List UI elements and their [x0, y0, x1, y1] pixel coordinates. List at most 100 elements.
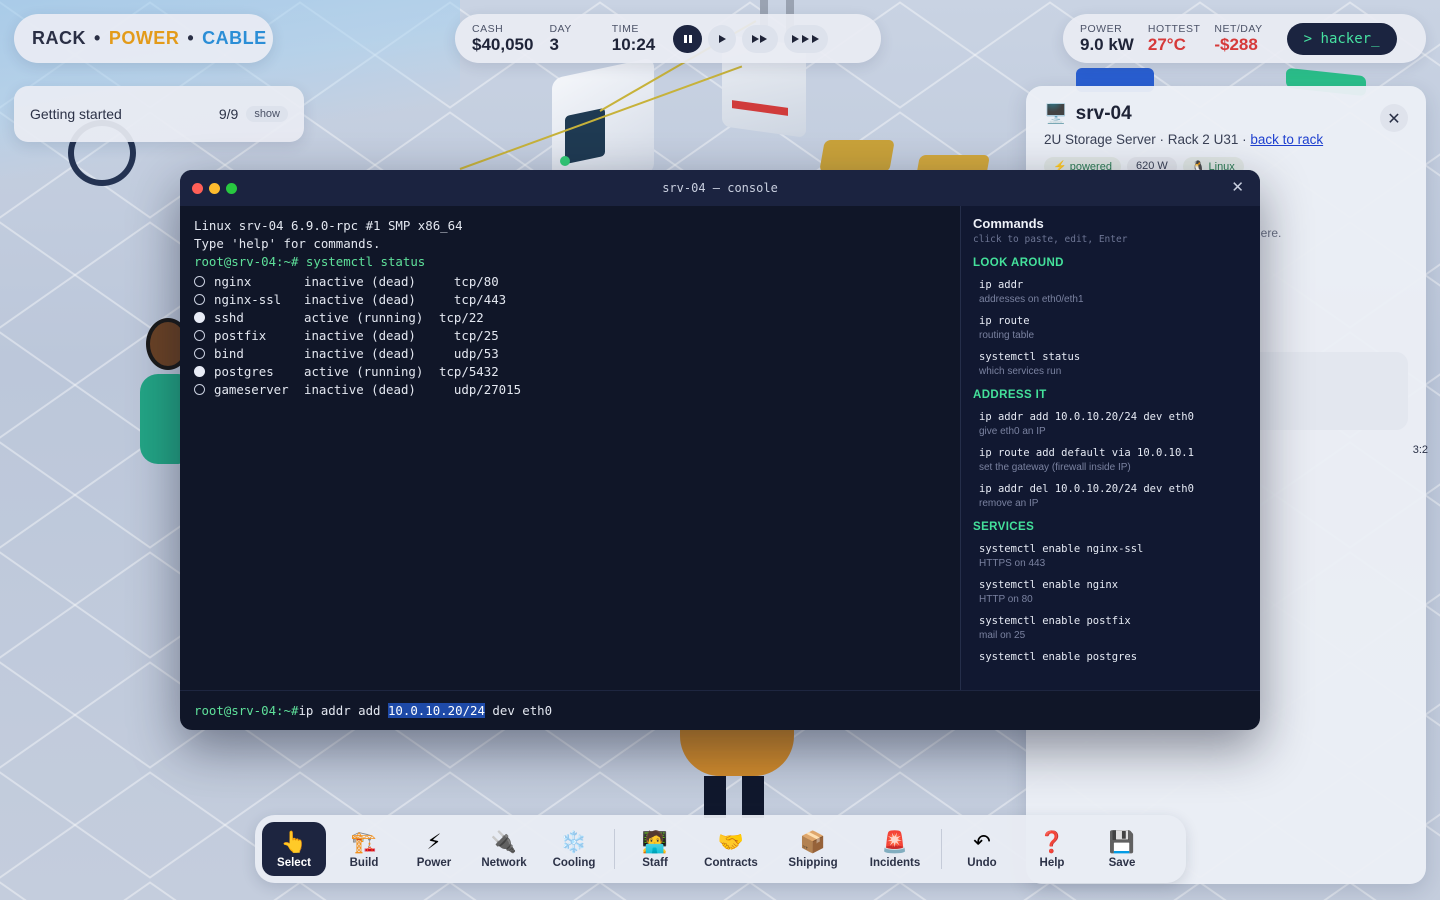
logo-cable: CABLE — [202, 28, 267, 48]
show-button[interactable]: show — [246, 106, 288, 122]
service-state: inactive (dead) — [304, 273, 416, 289]
command-snippet: ip addr add 10.0.10.20/24 dev eth0 — [979, 411, 1194, 423]
getting-started-count: 9/9 — [218, 106, 239, 122]
inspector-title: 🖥️ srv-04 — [1044, 102, 1408, 126]
command-item[interactable]: ip route routing table — [973, 315, 1248, 341]
service-row: nginx inactive (dead) tcp/80 — [194, 272, 946, 290]
commands-hint: click to paste, edit, Enter — [973, 234, 1128, 245]
command-description: remove an IP — [979, 498, 1039, 509]
tool-label: Cooling — [552, 856, 596, 869]
tool-shipping-button[interactable]: 📦 Shipping — [775, 822, 851, 876]
inspector-edge-text: 3:2 — [1412, 444, 1428, 456]
tool-label: Help — [1039, 856, 1065, 869]
plug-icon: 🔌 — [490, 829, 518, 854]
command-section-title: SERVICES — [973, 521, 1035, 533]
hottest-value: 27°C — [1147, 34, 1186, 54]
hottest-label: HOTTEST — [1147, 22, 1201, 35]
command-item[interactable]: ip addr add 10.0.10.20/24 dev eth0 give e… — [973, 411, 1248, 437]
hacker-mode-button[interactable]: > hacker_ — [1286, 22, 1397, 55]
tool-label: Build — [349, 856, 379, 869]
command-snippet: ip addr — [979, 279, 1024, 291]
command-item[interactable]: systemctl status which services run — [973, 351, 1248, 377]
inactive-status-icon — [194, 384, 205, 396]
speed-controls — [673, 24, 829, 53]
net-stat: NET/DAY -$288 — [1214, 22, 1263, 54]
tool-incidents-button[interactable]: 🚨 Incidents — [857, 822, 933, 876]
logo-rack: RACK — [32, 28, 86, 48]
service-state: inactive (dead) — [304, 328, 416, 344]
status-stats: POWER 9.0 kW HOTTEST 27°C NET/DAY -$288 … — [1063, 14, 1426, 63]
logo-dot: • — [94, 28, 101, 48]
toolbar-divider — [941, 829, 942, 869]
input-selected-text[interactable]: 10.0.10.20/24 — [387, 703, 485, 718]
tool-power-button[interactable]: ⚡ Power — [402, 822, 466, 876]
service-row: sshd active (running) tcp/22 — [194, 308, 946, 326]
net-label: NET/DAY — [1214, 22, 1263, 35]
command-input[interactable]: root@srv-04:~# ip addr add 10.0.10.20/24 … — [180, 690, 1260, 730]
fast-forward-button[interactable] — [742, 24, 779, 53]
service-state: active (running) — [304, 310, 424, 326]
crate[interactable] — [819, 140, 895, 172]
command-snippet: ip addr del 10.0.10.20/24 dev eth0 — [979, 483, 1194, 495]
day-value: 3 — [549, 34, 559, 54]
inspector-subtitle: 2U Storage Server · Rack 2 U31 · back to… — [1044, 132, 1408, 147]
faster-forward-button[interactable] — [784, 24, 829, 53]
pointer-hand-icon: 👆 — [280, 829, 308, 854]
staff-character[interactable] — [672, 720, 802, 820]
getting-started-panel[interactable]: Getting started 9/9 show — [14, 86, 304, 142]
command-item[interactable]: systemctl enable postgres — [973, 651, 1248, 663]
toolbar-divider — [614, 829, 615, 869]
technician-icon: 🧑‍💻 — [641, 829, 669, 854]
tool-label: Select — [277, 856, 311, 869]
tool-cooling-button[interactable]: ❄️ Cooling — [542, 822, 606, 876]
handshake-icon: 🤝 — [717, 829, 745, 854]
service-port: tcp/443 — [439, 291, 507, 307]
active-status-icon — [194, 366, 205, 378]
pause-button[interactable] — [673, 24, 703, 53]
inactive-status-icon — [194, 275, 205, 287]
time-value: 10:24 — [611, 34, 656, 54]
console-titlebar[interactable]: srv-04 — console ✕ — [180, 170, 1260, 206]
input-text-after[interactable]: dev eth0 — [485, 703, 552, 718]
tool-undo-button[interactable]: ↶ Undo — [950, 822, 1014, 876]
command-item[interactable]: ip addr addresses on eth0/eth1 — [973, 279, 1248, 305]
command-item[interactable]: systemctl enable nginx-ssl HTTPS on 443 — [973, 543, 1248, 569]
inactive-status-icon — [194, 330, 205, 342]
command-item[interactable]: ip addr del 10.0.10.20/24 dev eth0 remove… — [973, 483, 1248, 509]
back-to-rack-link[interactable]: back to rack — [1250, 132, 1323, 147]
play-button[interactable] — [708, 24, 737, 53]
service-row: postgres active (running) tcp/5432 — [194, 363, 946, 381]
snowflake-icon: ❄️ — [560, 829, 588, 854]
tool-label: Shipping — [788, 856, 838, 869]
cash-value: $40,050 — [472, 34, 534, 54]
tool-contracts-button[interactable]: 🤝 Contracts — [693, 822, 769, 876]
tool-save-button[interactable]: 💾 Save — [1090, 822, 1154, 876]
floppy-disk-icon: 💾 — [1108, 829, 1136, 854]
command-description: set the gateway (firewall inside IP) — [979, 462, 1131, 473]
tool-help-button[interactable]: ❓ Help — [1020, 822, 1084, 876]
command-section-title: LOOK AROUND — [973, 257, 1064, 269]
tool-select-button[interactable]: 👆 Select — [262, 822, 326, 876]
tool-network-button[interactable]: 🔌 Network — [472, 822, 536, 876]
command-snippet: ip route add default via 10.0.10.1 — [979, 447, 1194, 459]
input-prompt: root@srv-04:~# — [194, 703, 299, 718]
input-text-before[interactable]: ip addr add — [298, 703, 388, 718]
close-icon[interactable]: ✕ — [1380, 104, 1408, 132]
inactive-status-icon — [194, 348, 205, 360]
boot-line: Linux srv-04 6.9.0-rpc #1 SMP x86_64 — [194, 218, 463, 233]
command-item[interactable]: systemctl enable nginx HTTP on 80 — [973, 579, 1248, 605]
command-item[interactable]: systemctl enable postfix mail on 25 — [973, 615, 1248, 641]
tool-label: Undo — [967, 856, 997, 869]
service-port: udp/27015 — [439, 382, 522, 398]
play-icon — [719, 34, 727, 43]
tool-staff-button[interactable]: 🧑‍💻 Staff — [623, 822, 687, 876]
close-icon[interactable]: ✕ — [1231, 178, 1244, 196]
hottest-stat: HOTTEST 27°C — [1147, 22, 1201, 54]
package-icon: 📦 — [799, 829, 827, 854]
command-description: addresses on eth0/eth1 — [979, 294, 1084, 305]
command-item[interactable]: ip route add default via 10.0.10.1 set th… — [973, 447, 1248, 473]
tool-build-button[interactable]: 🏗️ Build — [332, 822, 396, 876]
tool-label: Power — [416, 856, 452, 869]
cash-label: CASH — [472, 22, 504, 35]
inactive-status-icon — [194, 293, 205, 305]
